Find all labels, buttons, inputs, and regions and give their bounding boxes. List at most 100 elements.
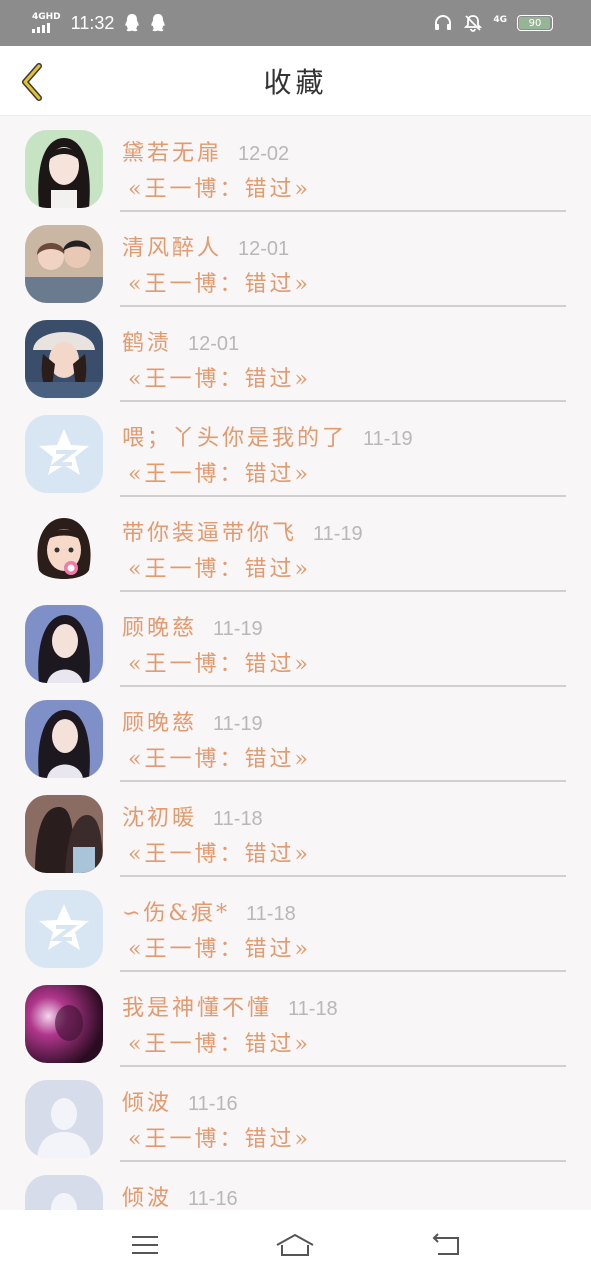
network-indicator: 4GHD — [32, 13, 61, 33]
battery-icon: 90 — [517, 15, 553, 31]
item-date: 11-16 — [188, 1188, 238, 1210]
list-item[interactable]: 带你装逼带你飞 11-19 «王一博：错过» — [0, 497, 591, 592]
item-date: 11-19 — [363, 428, 413, 450]
list-item[interactable]: 倾波 11-16 «王一博：错过» — [0, 1067, 591, 1162]
avatar[interactable] — [25, 890, 103, 968]
list-item[interactable]: 顾晚慈 11-19 «王一博：错过» — [0, 592, 591, 687]
list-item[interactable]: 倾波 11-16 «王一博：错过» — [0, 1162, 591, 1210]
name-row: 黛若无扉 12-02 — [122, 135, 566, 167]
item-text: 沈初暖 11-18 «王一博：错过» — [122, 800, 566, 868]
item-date: 11-19 — [313, 523, 363, 545]
menu-icon — [132, 1236, 159, 1254]
name-row: 我是神懂不懂 11-18 — [122, 990, 566, 1022]
item-date: 11-18 — [246, 903, 296, 925]
user-name[interactable]: 顾晚慈 — [122, 610, 197, 642]
avatar[interactable] — [25, 510, 103, 588]
list-item[interactable]: 鹤渍 12-01 «王一博：错过» — [0, 307, 591, 402]
menu-button[interactable] — [115, 1225, 175, 1265]
avatar[interactable] — [25, 985, 103, 1063]
item-date: 11-16 — [188, 1093, 238, 1115]
avatar[interactable] — [25, 415, 103, 493]
avatar[interactable] — [25, 795, 103, 873]
avatar[interactable] — [25, 605, 103, 683]
item-text: 我是神懂不懂 11-18 «王一博：错过» — [122, 990, 566, 1058]
song-title: «王一博：错过» — [128, 937, 311, 962]
headphones-icon — [435, 15, 452, 30]
list-item[interactable]: 黛若无扉 12-02 «王一博：错过» — [0, 117, 591, 212]
name-row: 沈初暖 11-18 — [122, 800, 566, 832]
list-item[interactable]: 清风醉人 12-01 «王一博：错过» — [0, 212, 591, 307]
item-text: 顾晚慈 11-19 «王一博：错过» — [122, 705, 566, 773]
name-row: 带你装逼带你飞 11-19 — [122, 515, 566, 547]
song-title: «王一博：错过» — [128, 557, 311, 582]
item-text: ∽伤&痕* 11-18 «王一博：错过» — [122, 895, 566, 963]
item-text: 顾晚慈 11-19 «王一博：错过» — [122, 610, 566, 678]
item-text: 黛若无扉 12-02 «王一博：错过» — [122, 135, 566, 203]
chevron-left-icon — [22, 63, 42, 101]
name-row: 顾晚慈 11-19 — [122, 610, 566, 642]
home-button[interactable] — [265, 1225, 325, 1265]
song-title: «王一博：错过» — [128, 462, 311, 487]
user-name[interactable]: 顾晚慈 — [122, 705, 197, 737]
name-row: ∽伤&痕* 11-18 — [122, 895, 566, 927]
name-row: 顾晚慈 11-19 — [122, 705, 566, 737]
status-left: 4GHD 11:32 — [32, 13, 166, 34]
avatar[interactable] — [25, 1080, 103, 1158]
song-title: «王一博：错过» — [128, 842, 311, 867]
item-text: 喂；丫头你是我的了 11-19 «王一博：错过» — [122, 420, 566, 488]
avatar[interactable] — [25, 130, 103, 208]
item-text: 倾波 11-16 «王一博：错过» — [122, 1085, 566, 1153]
user-name[interactable]: ∽伤&痕* — [122, 895, 230, 927]
name-row: 倾波 11-16 — [122, 1085, 566, 1117]
item-text: 清风醉人 12-01 «王一博：错过» — [122, 230, 566, 298]
item-date: 11-18 — [288, 998, 338, 1020]
user-name[interactable]: 倾波 — [122, 1085, 172, 1117]
avatar[interactable] — [25, 320, 103, 398]
back-nav-button[interactable] — [416, 1225, 476, 1265]
avatar[interactable] — [25, 225, 103, 303]
user-name[interactable]: 喂；丫头你是我的了 — [122, 420, 347, 452]
item-date: 12-01 — [238, 238, 290, 260]
list-item[interactable]: 顾晚慈 11-19 «王一博：错过» — [0, 687, 591, 782]
item-date: 11-18 — [213, 808, 263, 830]
home-icon — [276, 1233, 314, 1256]
song-title: «王一博：错过» — [128, 652, 311, 677]
qq-notification-icon — [125, 14, 140, 32]
list-item[interactable]: 沈初暖 11-18 «王一博：错过» — [0, 782, 591, 877]
favorites-list: 黛若无扉 12-02 «王一博：错过» 清风醉人 12-01 «王一博：错过» — [0, 117, 591, 1210]
item-text: 鹤渍 12-01 «王一博：错过» — [122, 325, 566, 393]
item-date: 11-19 — [213, 618, 263, 640]
qq-notification-icon — [151, 14, 166, 32]
list-item[interactable]: 我是神懂不懂 11-18 «王一博：错过» — [0, 972, 591, 1067]
status-bar: 4GHD 11:32 4G 90 — [0, 0, 591, 46]
name-row: 鹤渍 12-01 — [122, 325, 566, 357]
song-title: «王一博：错过» — [128, 747, 311, 772]
song-title: «王一博：错过» — [128, 1127, 311, 1152]
user-name[interactable]: 鹤渍 — [122, 325, 172, 357]
user-name[interactable]: 沈初暖 — [122, 800, 197, 832]
user-name[interactable]: 清风醉人 — [122, 230, 222, 262]
user-name[interactable]: 我是神懂不懂 — [122, 990, 272, 1022]
network-type: 4GHD — [32, 12, 61, 22]
list-item[interactable]: ∽伤&痕* 11-18 «王一博：错过» — [0, 877, 591, 972]
song-title: «王一博：错过» — [128, 272, 311, 297]
item-date: 11-19 — [213, 713, 263, 735]
status-right: 4G 90 — [433, 13, 553, 33]
avatar[interactable] — [25, 700, 103, 778]
name-row: 喂；丫头你是我的了 11-19 — [122, 420, 566, 452]
battery-level: 90 — [528, 17, 542, 29]
back-button[interactable] — [14, 60, 50, 104]
item-text: 带你装逼带你飞 11-19 «王一博：错过» — [122, 515, 566, 583]
network-4g: 4G — [493, 15, 507, 25]
item-date: 12-02 — [238, 143, 290, 165]
system-nav-bar — [0, 1210, 591, 1280]
item-text: 倾波 11-16 «王一博：错过» — [122, 1180, 566, 1210]
user-name[interactable]: 带你装逼带你飞 — [122, 515, 297, 547]
avatar[interactable] — [25, 1175, 103, 1210]
back-icon — [432, 1233, 459, 1255]
user-name[interactable]: 黛若无扉 — [122, 135, 222, 167]
user-name[interactable]: 倾波 — [122, 1180, 172, 1210]
list-item[interactable]: 喂；丫头你是我的了 11-19 «王一博：错过» — [0, 402, 591, 497]
header: 收藏 — [0, 46, 591, 116]
name-row: 清风醉人 12-01 — [122, 230, 566, 262]
